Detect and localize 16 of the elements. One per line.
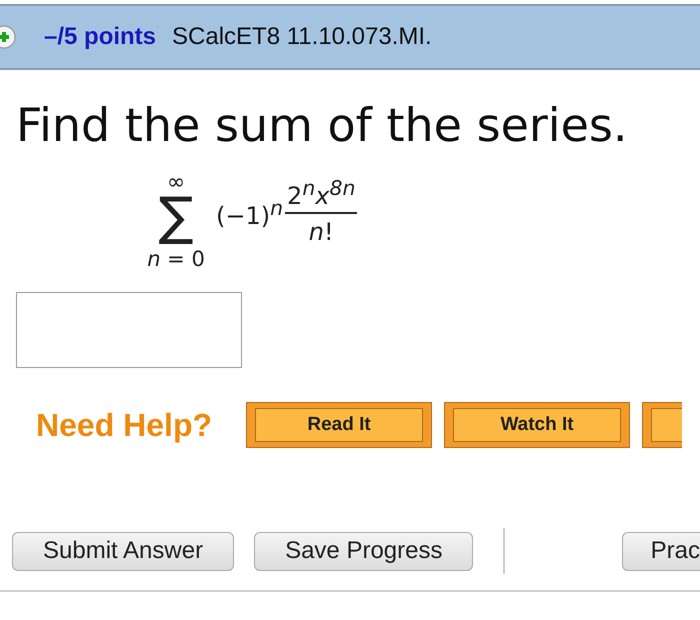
points-label: –/5 points [44, 23, 156, 51]
numerator: 2$^{n}$x$^{8n}$ [285, 176, 358, 214]
sign-factor: (−1)$^{n}$ [216, 196, 284, 230]
problem-id: SCalcET8 11.10.073.MI. [172, 23, 432, 51]
help-button[interactable]: Read It [246, 402, 432, 448]
need-help-label: Need Help? [36, 406, 212, 444]
action-button[interactable]: Submit Answer [12, 532, 234, 570]
action-button[interactable]: Save Progress [254, 532, 474, 570]
help-button[interactable]: Watch It [444, 402, 630, 448]
action-button[interactable]: Prac [622, 532, 700, 570]
sum-upper-limit: ∞ [166, 172, 186, 194]
answer-field[interactable] [16, 292, 242, 368]
help-button[interactable] [642, 402, 682, 448]
question-text: Find the sum of the series. [16, 98, 628, 152]
denominator: n! [308, 217, 334, 246]
sum-lower-limit: n = 0 [147, 246, 205, 272]
